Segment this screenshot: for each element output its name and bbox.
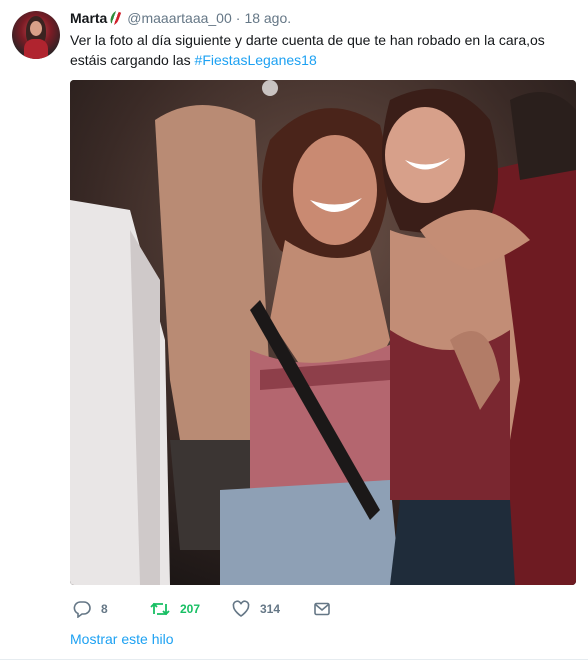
- separator-dot: ·: [235, 10, 241, 26]
- flag-emoji-icon: [109, 10, 122, 26]
- reply-icon: [73, 601, 91, 618]
- reply-button[interactable]: 8: [73, 598, 108, 620]
- avatar[interactable]: [12, 11, 60, 59]
- author-handle[interactable]: @maaartaaa_00: [127, 10, 232, 26]
- tweet-text-line2: estáis cargando las: [70, 52, 195, 68]
- tweet-timestamp[interactable]: 18 ago.: [244, 10, 291, 26]
- show-thread-link[interactable]: Mostrar este hilo: [70, 630, 173, 648]
- author-name[interactable]: Marta: [70, 10, 107, 26]
- tweet-photo[interactable]: [70, 80, 576, 585]
- retweet-button[interactable]: 207: [150, 598, 200, 620]
- heart-icon: [232, 600, 250, 617]
- like-count: 314: [260, 602, 281, 616]
- like-button[interactable]: 314: [232, 598, 280, 620]
- photo-illustration: [70, 80, 576, 585]
- tweet-actions: 8 207 314: [70, 598, 370, 620]
- divider: [0, 659, 588, 660]
- reply-count: 8: [101, 602, 108, 616]
- tweet-header: Marta @maaartaaa_00 · 18 ago.: [70, 9, 291, 27]
- retweet-icon: [150, 602, 170, 616]
- tweet-text-line1: Ver la foto al día siguiente y darte cue…: [70, 32, 545, 48]
- retweet-count: 207: [180, 602, 201, 616]
- tweet-text: Ver la foto al día siguiente y darte cue…: [70, 30, 575, 70]
- tweet-card[interactable]: Marta @maaartaaa_00 · 18 ago. Ver la foto …: [0, 0, 588, 663]
- hashtag-link[interactable]: #FiestasLeganes18: [195, 52, 317, 68]
- envelope-icon: [314, 602, 330, 616]
- direct-message-button[interactable]: [313, 598, 341, 620]
